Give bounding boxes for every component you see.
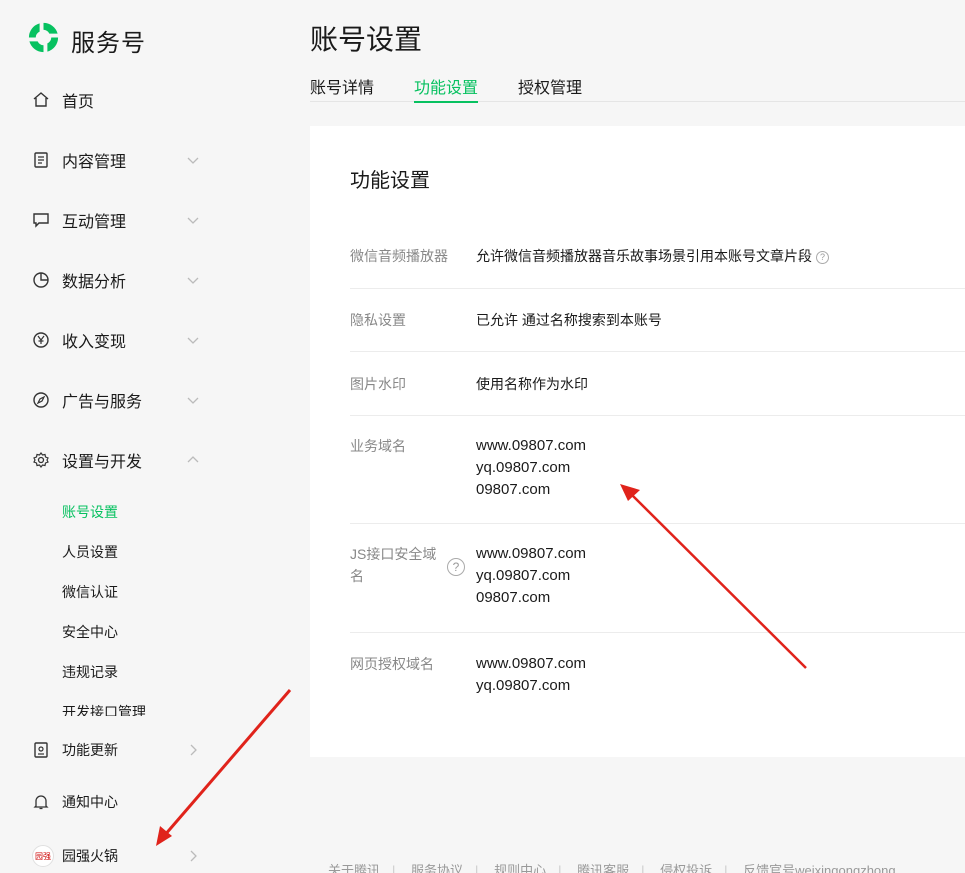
footer-separator: | [475,863,479,873]
domain-item: yq.09807.com [476,677,571,694]
sidebar-subitem-verification[interactable]: 微信认证 [62,582,118,602]
footer-link[interactable]: 服务协议 [411,863,463,873]
footer-link[interactable]: 腾讯客服 [577,863,629,873]
setting-label-line: 名 [350,568,364,584]
sidebar: 服务号 首页 内容管理 互动管理 数据分析 收入变现 广告与服务 设置与开发 账… [0,0,292,873]
chat-icon [32,211,50,229]
wechat-service-logo-icon [26,20,61,60]
domain-item: www.09807.com [476,655,587,672]
setting-row-js-domain: JS接口安全域 名 ? www.09807.com yq.09807.com 0… [350,524,965,633]
chevron-down-icon [186,273,200,287]
footer-link[interactable]: 规则中心 [494,863,546,873]
yen-icon [32,331,50,349]
setting-label: 图片水印 [350,376,406,392]
chevron-down-icon [186,153,200,167]
help-icon[interactable]: ? [816,250,829,264]
brand[interactable]: 服务号 [26,20,146,60]
setting-row-watermark: 图片水印 使用名称作为水印 [350,352,965,416]
avatar-text: 园强 [35,851,51,861]
domain-list: www.09807.com yq.09807.com 09807.com [476,435,586,501]
sidebar-item-ads[interactable]: 广告与服务 [32,388,202,412]
domain-list: www.09807.com yq.09807.com 09807.com [476,543,586,609]
bell-icon [32,793,50,811]
card-title: 功能设置 [350,170,430,192]
setting-label: 网页授权域名 [350,656,434,672]
sidebar-item-label: 首页 [62,94,95,111]
setting-value: 已允许 通过名称搜索到本账号 [476,312,662,328]
domain-list: www.09807.com yq.09807.com [476,653,586,697]
avatar: 园强 [32,845,54,867]
chevron-down-icon [186,213,200,227]
footer-link[interactable]: 反馈官号weixingongzhong [743,863,895,873]
footer: 关于腾讯 | 服务协议 | 规则中心 | 腾讯客服 | 侵权投诉 | 反馈官号weixin… [328,860,896,873]
domain-item: 09807.com [476,589,551,606]
footer-link[interactable]: 侵权投诉 [660,863,712,873]
domain-item: 09807.com [476,481,551,498]
sidebar-subitem-violations[interactable]: 违规记录 [62,662,118,682]
domain-item: yq.09807.com [476,459,571,476]
sidebar-item-label: 园强火锅 [62,848,118,864]
setting-value-text: 允许微信音频播放器音乐故事场景引用本账号文章片段 [476,248,812,264]
setting-label: 隐私设置 [350,312,406,328]
setting-row-audio-player: 微信音频播放器 允许微信音频播放器音乐故事场景引用本账号文章片段? [350,236,965,289]
setting-label-line: JS接口安全域 [350,546,437,562]
chevron-up-icon [186,453,200,467]
sidebar-item-label: 互动管理 [62,214,127,231]
chevron-right-icon [186,743,200,757]
tab-account-details[interactable]: 账号详情 [310,74,374,102]
home-icon [32,91,50,109]
sidebar-item-interaction[interactable]: 互动管理 [32,208,202,232]
sidebar-item-label: 广告与服务 [62,394,143,411]
setting-label: 业务域名 [350,438,406,454]
sidebar-item-home[interactable]: 首页 [32,88,202,112]
footer-separator: | [558,863,562,873]
setting-row-oauth-domain: 网页授权域名 www.09807.com yq.09807.com [350,633,965,733]
sidebar-item-updates[interactable]: 功能更新 [32,738,202,762]
setting-row-privacy: 隐私设置 已允许 通过名称搜索到本账号 [350,289,965,352]
setting-label: JS接口安全域 名 [350,543,440,587]
sidebar-item-label: 内容管理 [62,154,127,171]
sidebar-subitem-members[interactable]: 人员设置 [62,542,118,562]
sidebar-item-analytics[interactable]: 数据分析 [32,268,202,292]
feature-settings-card: 功能设置 微信音频播放器 允许微信音频播放器音乐故事场景引用本账号文章片段? 隐… [310,126,965,757]
tab-bar: 账号详情 功能设置 授权管理 [310,72,965,103]
sidebar-item-label: 设置与开发 [62,454,143,471]
setting-value: 使用名称作为水印 [476,376,588,392]
domain-item: www.09807.com [476,545,587,562]
sidebar-item-notifications[interactable]: 通知中心 [32,790,202,814]
domain-item: yq.09807.com [476,567,571,584]
sidebar-item-content[interactable]: 内容管理 [32,148,202,172]
tab-feature-settings[interactable]: 功能设置 [414,74,479,103]
sidebar-subitem-security[interactable]: 安全中心 [62,622,118,642]
sidebar-item-revenue[interactable]: 收入变现 [32,328,202,352]
sidebar-item-label: 收入变现 [62,334,127,351]
sidebar-item-label: 通知中心 [62,794,118,810]
footer-separator: | [392,863,396,873]
update-icon [32,741,50,759]
sidebar-subitem-dev-api[interactable]: 开发接口管理 [62,702,146,716]
footer-separator: | [641,863,645,873]
footer-link[interactable]: 关于腾讯 [328,863,380,873]
domain-item: www.09807.com [476,437,587,454]
footer-separator: | [724,863,728,873]
sidebar-item-settings[interactable]: 设置与开发 [32,448,202,472]
tab-authorization[interactable]: 授权管理 [518,74,582,102]
chevron-down-icon [186,333,200,347]
document-icon [32,151,50,169]
gear-icon [32,451,50,469]
brand-name: 服务号 [71,29,146,57]
sidebar-item-account[interactable]: 园强 园强火锅 [32,844,202,868]
setting-row-business-domain: 业务域名 www.09807.com yq.09807.com 09807.co… [350,416,965,524]
page-title: 账号设置 [310,24,423,55]
chevron-right-icon [186,849,200,863]
chevron-down-icon [186,393,200,407]
sidebar-subitem-account-settings[interactable]: 账号设置 [62,502,118,522]
sidebar-item-label: 数据分析 [62,274,127,291]
compass-icon [32,391,50,409]
sidebar-item-label: 功能更新 [62,742,118,758]
help-icon[interactable]: ? [447,558,465,576]
setting-value: 允许微信音频播放器音乐故事场景引用本账号文章片段? [476,245,829,267]
pie-chart-icon [32,271,50,289]
setting-label: 微信音频播放器 [350,248,448,264]
